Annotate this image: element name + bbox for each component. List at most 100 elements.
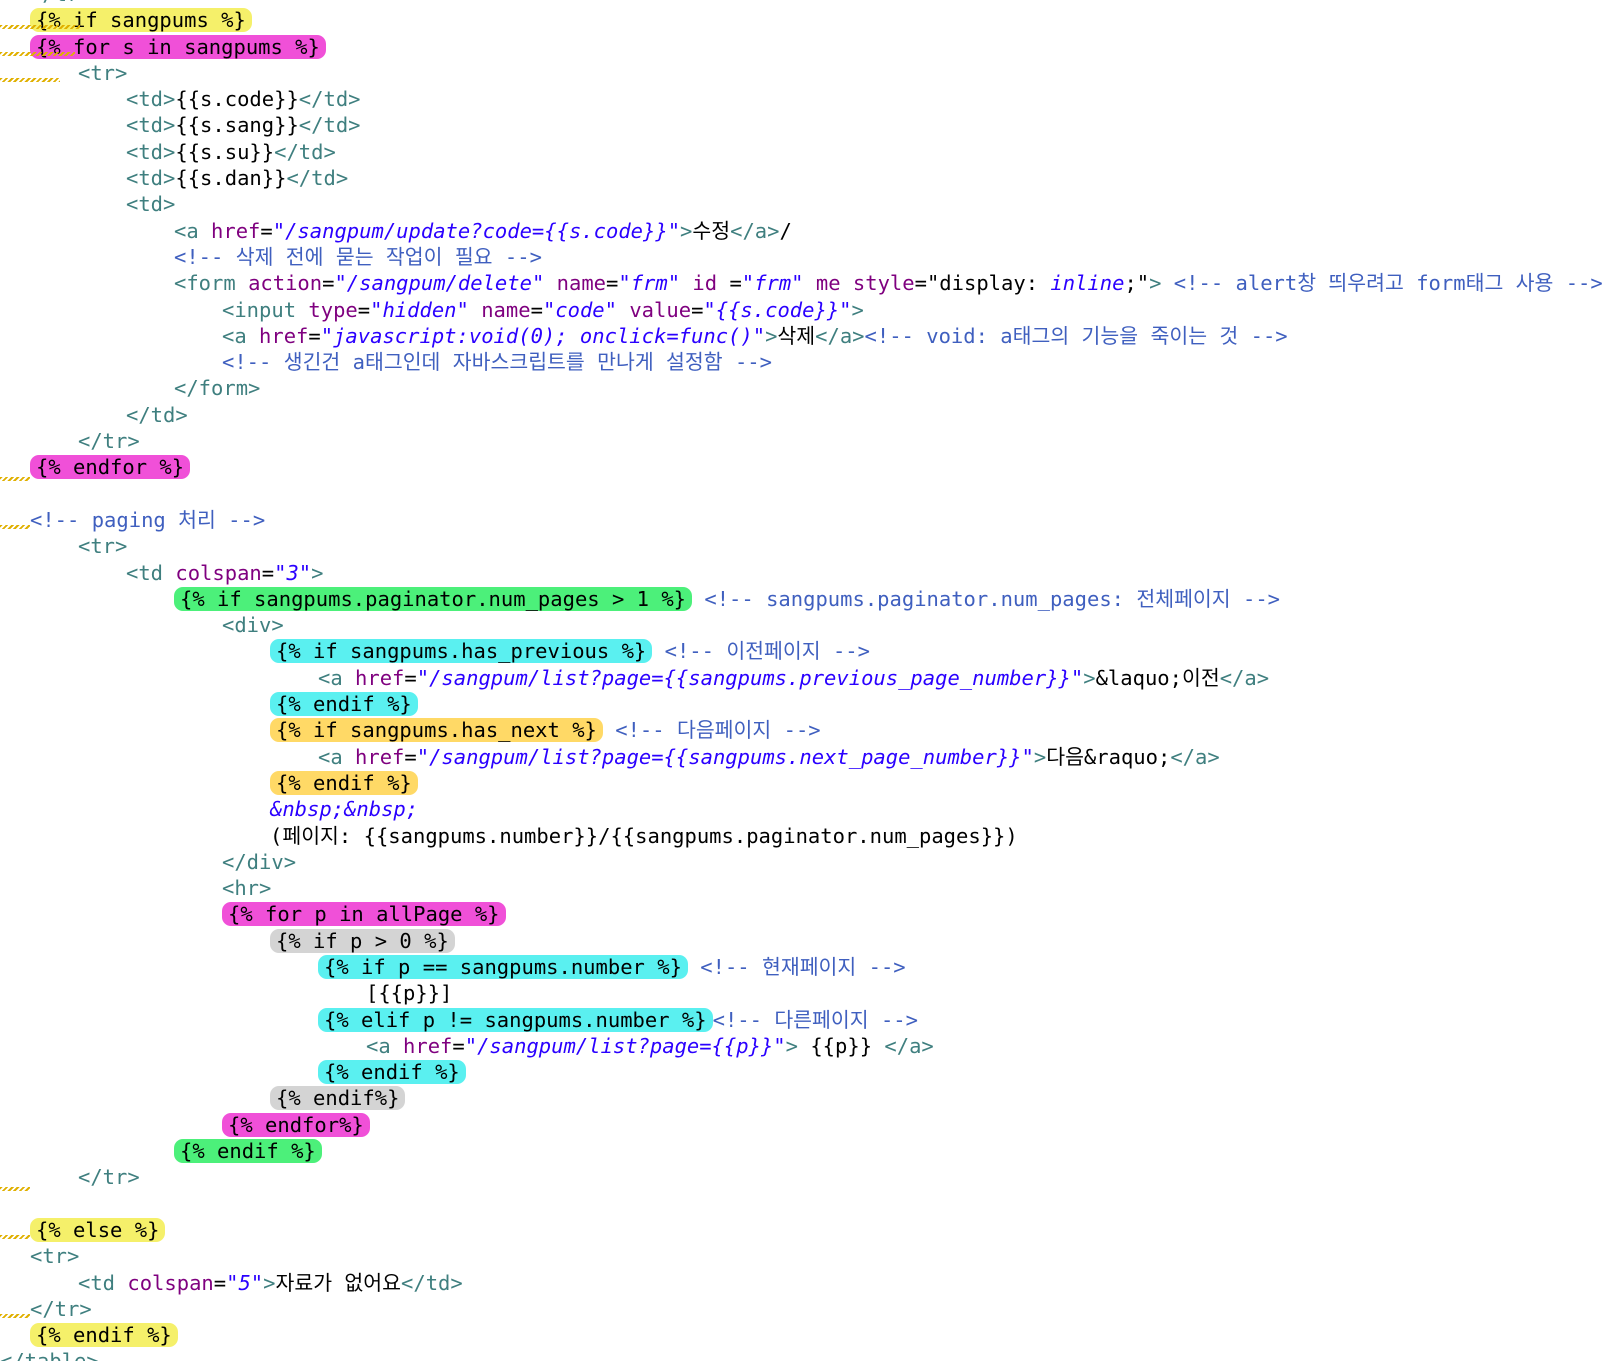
code-token: "/sangpum/delete" — [334, 271, 545, 296]
code-token: <!-- 다음페이지 --> — [602, 718, 821, 743]
code-line: {% endif %} — [0, 770, 1602, 796]
template-tag: {% endif %} — [270, 692, 418, 717]
code-token: = — [717, 271, 742, 296]
code-line: <!-- paging 처리 --> — [0, 507, 1602, 533]
template-tag: {% elif p != sangpums.number %} — [318, 1007, 713, 1032]
code-token: <a — [222, 323, 260, 348]
code-line: {% if p == sangpums.number %} <!-- 현재페이지… — [0, 954, 1602, 980]
code-token: > — [680, 218, 693, 243]
template-tag: {% endif%} — [270, 1086, 406, 1111]
code-line: {% for s in sangpums %} — [0, 34, 1602, 60]
code-token: </tr> — [30, 1296, 92, 1321]
warning-squiggle — [0, 476, 30, 481]
code-token: [{{p}}] — [366, 981, 453, 1006]
code-token: </form> — [174, 376, 261, 401]
warning-squiggle — [0, 524, 30, 529]
code-token: "/sangpum/list?page={{sangpums.next_page… — [416, 744, 1034, 769]
code-line: {% elif p != sangpums.number %} <!-- 다른페이… — [0, 1007, 1602, 1033]
code-token: > — [311, 560, 324, 585]
code-line: </tr> — [0, 1296, 1602, 1322]
code-token: <a — [174, 218, 212, 243]
code-line: </tr> — [0, 0, 1602, 7]
code-line: <!-- 생긴건 a태그인데 자바스크립트를 만나게 설정함 --> — [0, 349, 1602, 375]
code-token: <td — [78, 1270, 128, 1295]
code-token: <td> — [126, 139, 176, 164]
code-line — [0, 476, 1602, 507]
code-line: {% if sangpums.has_next %} <!-- 다음페이지 --… — [0, 717, 1602, 743]
template-tag: {% endif %} — [318, 1060, 466, 1085]
code-line: {% if p > 0 %} — [0, 928, 1602, 954]
code-line: [{{p}}] — [0, 980, 1602, 1006]
code-line: &nbsp;&nbsp; — [0, 796, 1602, 822]
code-token: <td — [126, 560, 176, 585]
code-token: <tr> — [78, 60, 128, 85]
code-token: > — [785, 1033, 798, 1058]
code-token: value — [629, 297, 692, 322]
code-token: <a — [318, 744, 356, 769]
code-line: <tr> — [0, 1243, 1602, 1269]
code-token: 자료가 없어요 — [275, 1270, 402, 1295]
code-token: </td> — [286, 166, 349, 191]
code-token: = — [606, 271, 619, 296]
code-token: <tr> — [30, 1244, 80, 1269]
code-token: = — [260, 218, 273, 243]
code-line: </tr> — [0, 428, 1602, 454]
code-line: {% if sangpums %} — [0, 7, 1602, 33]
code-token: > — [765, 323, 778, 348]
code-token: ;" — [1124, 271, 1150, 296]
code-token: "frm" — [741, 271, 804, 296]
warning-squiggle — [0, 25, 80, 30]
code-token: </td> — [298, 113, 361, 138]
code-token: "3" — [274, 560, 312, 585]
code-token: </td> — [401, 1270, 463, 1295]
code-token: <hr> — [222, 876, 272, 901]
code-token: = — [452, 1033, 465, 1058]
code-token: = — [261, 560, 275, 585]
code-editor[interactable]: </tr>{% if sangpums %}{% for s in sangpu… — [0, 0, 1602, 1361]
code-token: "{{s.code}}" — [703, 297, 852, 322]
template-tag: {% endfor%} — [222, 1112, 370, 1137]
code-token: <!-- 다른페이지 --> — [712, 1007, 918, 1032]
code-line: <tr> — [0, 533, 1602, 559]
code-token: <div> — [222, 613, 284, 638]
code-token: (페이지: {{sangpums.number}}/{{sangpums.pag… — [270, 823, 1018, 848]
code-token: <!-- 현재페이지 --> — [687, 954, 906, 979]
code-token: <td> — [126, 192, 176, 217]
code-token: </a> — [1170, 744, 1220, 769]
code-token: <td> — [126, 113, 176, 138]
code-token: {{p}} — [798, 1033, 885, 1058]
warning-squiggle — [0, 1313, 30, 1318]
template-tag: {% if sangpums.paginator.num_pages > 1 %… — [174, 586, 693, 611]
code-token: ="display: — [914, 271, 1051, 296]
code-token: colspan — [127, 1270, 214, 1295]
code-token: = — [308, 323, 321, 348]
code-line: {% endif%} — [0, 1085, 1602, 1111]
code-token: &laquo;이전 — [1095, 665, 1220, 690]
code-line: {% else %} — [0, 1217, 1602, 1243]
code-line: <a href="/sangpum/list?page={{p}}"> {{p}… — [0, 1033, 1602, 1059]
code-line: <!-- 삭제 전에 묻는 작업이 필요 --> — [0, 244, 1602, 270]
code-line: {% endif %} — [0, 691, 1602, 717]
code-token: colspan — [175, 560, 262, 585]
code-token: > — [1033, 744, 1047, 769]
code-token: "frm" — [618, 271, 681, 296]
warning-squiggle — [0, 77, 60, 82]
code-token: style — [852, 271, 915, 296]
code-token: <!-- 삭제 전에 묻는 작업이 필요 --> — [174, 244, 542, 269]
template-tag: {% if sangpums.has_next %} — [270, 718, 603, 743]
code-token: <form — [174, 271, 249, 296]
template-tag: {% if p > 0 %} — [270, 928, 455, 953]
code-line: <hr> — [0, 875, 1602, 901]
code-token: 다음&raquo; — [1046, 744, 1171, 769]
code-token: me — [815, 271, 841, 296]
code-token: <!-- alert창 띄우려고 form태그 사용 --> — [1161, 271, 1602, 296]
code-line: <td>{{s.dan}}</td> — [0, 165, 1602, 191]
code-token: name — [481, 297, 531, 322]
code-line: {% if sangpums.paginator.num_pages > 1 %… — [0, 586, 1602, 612]
code-line: {% if sangpums.has_previous %} <!-- 이전페이… — [0, 638, 1602, 664]
template-tag: {% endif %} — [30, 1323, 178, 1348]
